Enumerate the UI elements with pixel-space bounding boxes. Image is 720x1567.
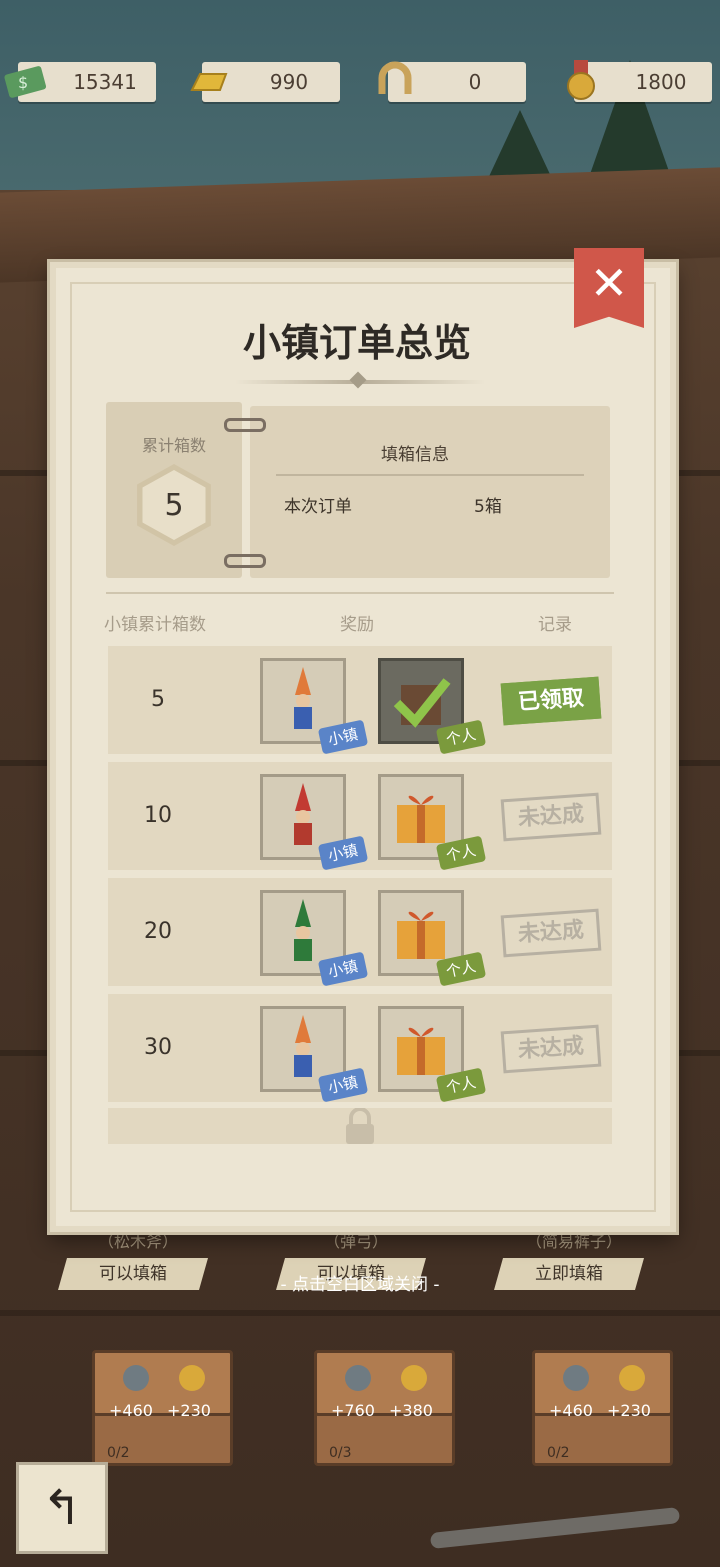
crate-coin-reward: +460 (549, 1401, 593, 1420)
claimed-stamp: 已领取 (500, 676, 602, 726)
binder-ring (224, 418, 266, 432)
medal-icon (401, 1365, 427, 1391)
gold-value: 990 (269, 70, 309, 94)
medal-counter: 1800 (567, 60, 712, 102)
coin-icon (563, 1365, 589, 1391)
crate-count: 0/2 (107, 1445, 130, 1461)
horseshoe-counter: 0 (378, 61, 526, 102)
section-divider (106, 592, 614, 594)
total-boxes-label: 累计箱数 (141, 436, 206, 455)
locked-row (108, 1107, 612, 1144)
row-box-count: 10 (144, 803, 172, 828)
gold-bar-icon (190, 73, 228, 91)
row-box-count: 30 (144, 1035, 172, 1060)
current-order-value: 5箱 (474, 497, 502, 517)
fill-info-divider (276, 474, 584, 476)
modal-title: 小镇订单总览 (242, 321, 471, 365)
coin-icon (123, 1365, 149, 1391)
shipping-crate[interactable]: +460 +230 0/2 (532, 1350, 673, 1466)
medal-value: 1800 (635, 70, 687, 94)
shipping-crate[interactable]: +760 +380 0/3 (314, 1350, 455, 1466)
reward-row: 5 小镇 个人 已领取 (108, 646, 612, 755)
reward-row: 10 小镇 个人 未达成 (108, 762, 612, 871)
close-hint: - 点击空白区域关闭 - (280, 1275, 440, 1295)
not-reached-stamp: 未达成 (500, 792, 602, 842)
medal-icon (619, 1365, 645, 1391)
svg-text:$: $ (18, 73, 28, 92)
fill-info-title: 填箱信息 (381, 445, 449, 465)
horseshoe-value: 0 (468, 70, 482, 94)
back-arrow-icon: ↰ (41, 1480, 83, 1536)
back-button[interactable]: ↰ (16, 1462, 108, 1554)
close-icon: ✕ (589, 256, 629, 310)
crate-coin-reward: +760 (331, 1401, 375, 1420)
crate-medal-reward: +230 (607, 1401, 651, 1420)
row-box-count: 20 (144, 919, 172, 944)
header-reward: 奖励 (340, 615, 374, 635)
header-town-count: 小镇累计箱数 (104, 615, 206, 635)
current-order-label: 本次订单 (284, 497, 352, 517)
crate-count: 0/2 (547, 1445, 570, 1461)
plank-line (0, 1310, 720, 1316)
medal-icon (567, 60, 595, 100)
reward-row: 20 小镇 个人 未达成 (108, 878, 612, 987)
not-reached-stamp: 未达成 (500, 908, 602, 958)
medal-icon (179, 1365, 205, 1391)
row-box-count: 5 (151, 687, 165, 712)
crate-coin-reward: +460 (109, 1401, 153, 1420)
reward-row: 30 小镇 个人 未达成 (108, 994, 612, 1103)
coin-icon (345, 1365, 371, 1391)
not-reached-stamp: 未达成 (500, 1024, 602, 1074)
header-record: 记录 (538, 615, 572, 635)
binder-ring (224, 554, 266, 568)
money-value: 15341 (73, 70, 137, 94)
crate-count: 0/3 (329, 1445, 352, 1461)
money-counter: $ 15341 (4, 62, 156, 102)
crate-medal-reward: +230 (167, 1401, 211, 1420)
lock-icon (346, 1107, 374, 1144)
crate-medal-reward: +380 (389, 1401, 433, 1420)
horseshoe-icon (378, 61, 412, 94)
cash-icon: $ (4, 66, 47, 98)
gold-counter: 990 (190, 62, 340, 102)
shipping-crate[interactable]: +460 +230 0/2 (92, 1350, 233, 1466)
